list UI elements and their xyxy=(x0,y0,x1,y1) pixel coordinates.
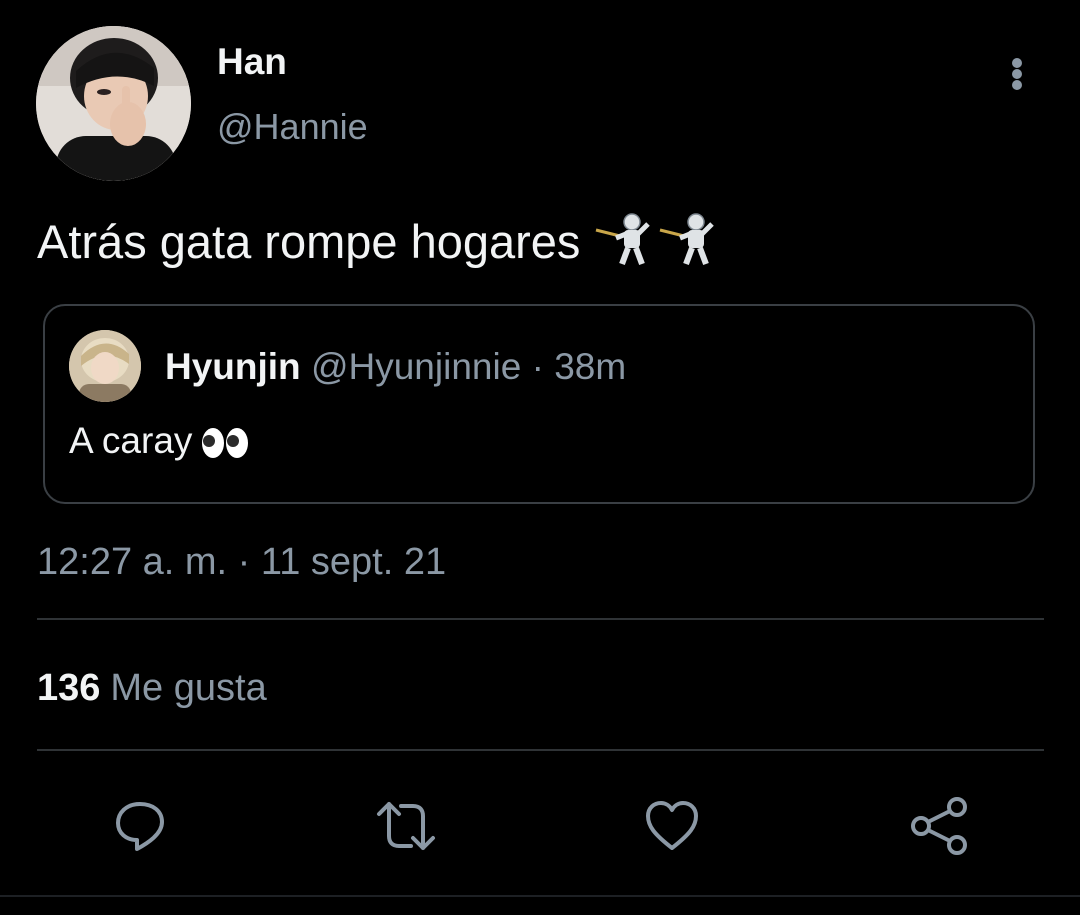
share-icon xyxy=(911,797,967,855)
author-avatar[interactable] xyxy=(36,26,191,181)
separator: · xyxy=(531,346,544,387)
author-avatar-image xyxy=(36,26,191,181)
divider xyxy=(37,749,1044,751)
divider xyxy=(37,618,1044,620)
more-options-button[interactable] xyxy=(996,52,1040,96)
tweet-body: Atrás gata rompe hogares xyxy=(37,210,722,281)
reply-icon xyxy=(116,802,164,851)
quoted-tweet-card[interactable]: Hyunjin @Hyunjinnie · 38m A caray xyxy=(43,304,1035,504)
retweet-icon xyxy=(377,802,435,850)
retweet-button[interactable] xyxy=(370,790,442,862)
like-button[interactable] xyxy=(636,790,708,862)
likes-stat[interactable]: 136 Me gusta xyxy=(37,664,267,712)
heart-icon xyxy=(646,801,698,850)
quoted-tweet-time: 38m xyxy=(554,346,627,387)
likes-count: 136 xyxy=(37,667,101,709)
reply-button[interactable] xyxy=(104,790,176,862)
author-display-name[interactable]: Han xyxy=(217,40,287,84)
tweet-text: Atrás gata rompe hogares xyxy=(37,214,581,268)
likes-label: Me gusta xyxy=(110,667,267,709)
quoted-avatar-image xyxy=(69,330,141,402)
quoted-author-name[interactable]: Hyunjin xyxy=(165,346,301,387)
fencer-emoji xyxy=(596,213,715,266)
quoted-tweet-body: A caray xyxy=(69,418,250,464)
quoted-tweet-text: A caray xyxy=(69,420,193,461)
share-button[interactable] xyxy=(904,790,976,862)
quoted-author-avatar[interactable] xyxy=(69,330,141,402)
quoted-tweet-header: Hyunjin @Hyunjinnie · 38m xyxy=(165,344,626,390)
bottom-divider xyxy=(0,895,1080,897)
eyes-emoji xyxy=(202,428,249,459)
emoji-group xyxy=(594,210,722,281)
quoted-author-handle[interactable]: @Hyunjinnie xyxy=(311,346,521,387)
author-handle[interactable]: @Hannie xyxy=(217,105,368,149)
tweet-timestamp[interactable]: 12:27 a. m. · 11 sept. 21 xyxy=(37,538,446,586)
